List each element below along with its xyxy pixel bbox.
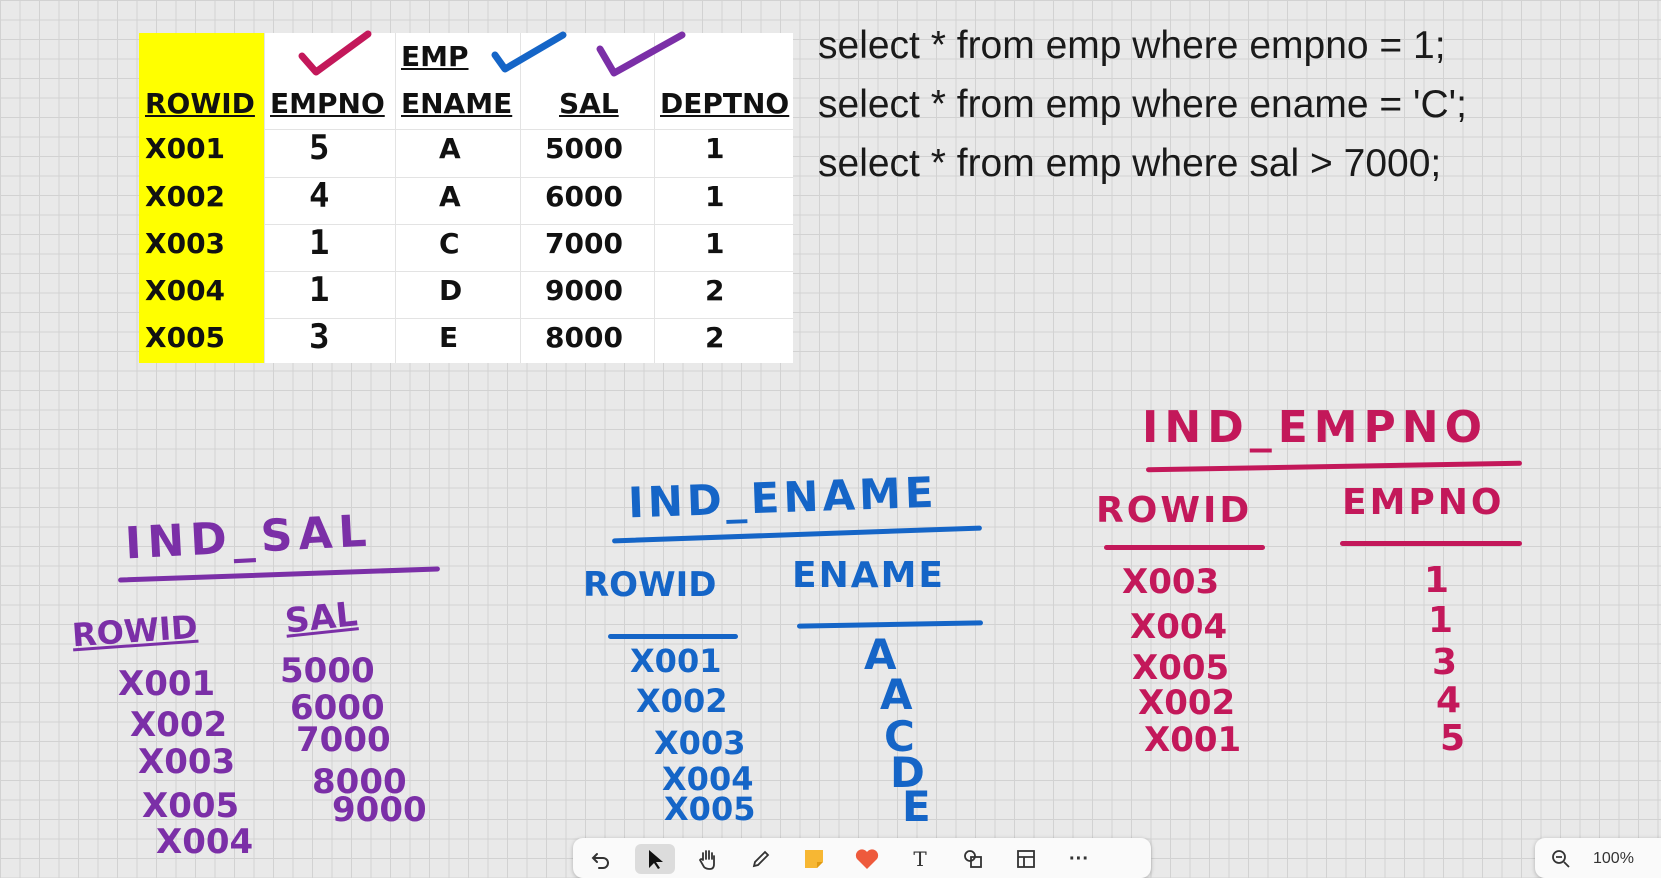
emp-table: EMP ROWID EMPNO ENAME SAL DEPTNO X001 5 A 5…	[139, 30, 793, 363]
table-cell-empno: 1	[309, 270, 330, 310]
index-value-entry: 9000	[332, 790, 427, 830]
index-rowid-entry: X001	[1144, 720, 1242, 760]
index-value-entry: 3	[1432, 642, 1458, 683]
table-cell-ename: D	[439, 274, 463, 307]
table-cell-empno: 3	[309, 317, 330, 357]
ind-empno-title-underline	[1145, 460, 1523, 473]
zoom-level: 100%	[1593, 850, 1634, 867]
check-mark-icon	[491, 31, 567, 73]
table-cell-sal: 5000	[545, 132, 623, 165]
table-cell-empno: 4	[309, 176, 330, 216]
table-cell-sal: 7000	[545, 227, 623, 260]
table-cell-ename: A	[439, 180, 461, 213]
index-value-entry: E	[902, 782, 931, 831]
table-cell-rowid: X003	[145, 227, 226, 260]
index-rowid-entry: X003	[654, 724, 746, 762]
table-cell-ename: E	[439, 321, 459, 354]
table-cell-sal: 6000	[545, 180, 623, 213]
ind-empno-rowid-underline	[1104, 545, 1265, 550]
check-mark-icon	[298, 30, 372, 76]
table-cell-sal: 8000	[545, 321, 623, 354]
header-sal: SAL	[559, 87, 619, 120]
ind-ename-title: IND_ENAME	[627, 467, 939, 528]
index-value-entry: 1	[1428, 600, 1454, 641]
index-rowid-entry: X005	[142, 786, 240, 826]
ind-sal-col-rowid: ROWID	[70, 607, 199, 655]
ind-ename-rowid-underline	[608, 634, 738, 639]
index-rowid-entry: X005	[1132, 648, 1230, 688]
query-empno: select * from emp where empno = 1;	[818, 24, 1446, 67]
index-value-entry: 7000	[296, 720, 391, 760]
index-rowid-entry: X002	[130, 705, 228, 745]
index-rowid-entry: X002	[636, 682, 728, 720]
table-cell-ename: A	[439, 132, 461, 165]
ind-empno-col-rowid: ROWID	[1096, 490, 1253, 531]
index-rowid-entry: X004	[156, 822, 254, 862]
ind-ename-title-underline	[612, 525, 982, 544]
table-cell-sal: 9000	[545, 274, 623, 307]
ind-empno-empno-underline	[1340, 541, 1522, 546]
table-cell-deptno: 1	[705, 132, 725, 165]
table-cell-deptno: 2	[705, 321, 725, 354]
query-sal: select * from emp where sal > 7000;	[818, 142, 1442, 185]
index-rowid-entry: X004	[1130, 607, 1228, 647]
ind-sal-title-underline	[118, 566, 440, 583]
ind-empno-title: IND_EMPNO	[1142, 402, 1489, 453]
table-cell-ename: C	[439, 227, 460, 260]
header-ename: ENAME	[401, 87, 513, 120]
query-ename: select * from emp where ename = 'C';	[818, 83, 1467, 126]
index-rowid-entry: X003	[1122, 562, 1220, 602]
index-rowid-entry: X002	[1138, 683, 1236, 723]
table-cell-empno: 5	[309, 128, 330, 168]
table-cell-rowid: X004	[145, 274, 226, 307]
ind-sal-title: IND_SAL	[123, 505, 374, 570]
ind-ename-ename-underline	[796, 620, 984, 629]
index-rowid-entry: X005	[664, 790, 756, 828]
ind-empno-col-empno: EMPNO	[1342, 482, 1505, 523]
zoom-control: 100%	[1535, 838, 1661, 878]
header-rowid: ROWID	[145, 87, 255, 120]
ind-sal-col-sal: SAL	[283, 594, 360, 642]
table-cell-rowid: X001	[145, 132, 226, 165]
header-deptno: DEPTNO	[660, 87, 790, 120]
index-value-entry: 1	[1424, 560, 1450, 601]
index-value-entry: 5000	[280, 651, 375, 691]
table-cell-empno: 1	[309, 223, 330, 263]
index-value-entry: 4	[1436, 680, 1462, 721]
index-value-entry: 5	[1440, 718, 1466, 759]
check-mark-icon	[596, 31, 686, 77]
table-title: EMP	[401, 40, 469, 73]
table-cell-deptno: 1	[705, 227, 725, 260]
index-rowid-entry: X001	[118, 664, 216, 704]
index-rowid-entry: X003	[138, 742, 236, 782]
table-cell-deptno: 1	[705, 180, 725, 213]
index-rowid-entry: X001	[630, 642, 722, 680]
bottom-toolbar: T ···	[573, 838, 1151, 878]
table-cell-rowid: X002	[145, 180, 226, 213]
table-cell-rowid: X005	[145, 321, 226, 354]
table-cell-deptno: 2	[705, 274, 725, 307]
ind-ename-col-ename: ENAME	[792, 555, 945, 596]
header-empno: EMPNO	[270, 87, 385, 120]
ind-ename-col-rowid: ROWID	[583, 565, 717, 605]
